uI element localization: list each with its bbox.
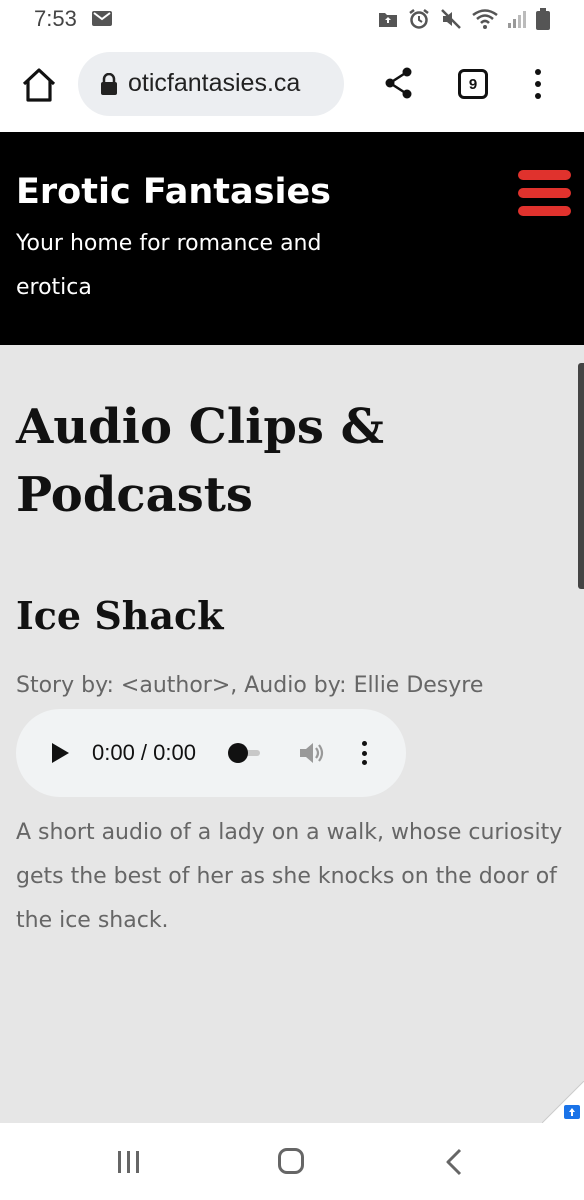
site-title[interactable]: Erotic Fantasies	[16, 172, 331, 212]
audio-time: 0:00 / 0:00	[92, 740, 196, 765]
mail-icon	[92, 11, 112, 26]
site-header: Erotic Fantasies Your home for romance a…	[0, 132, 584, 345]
mute-icon	[441, 9, 461, 29]
volume-icon[interactable]	[298, 739, 326, 767]
url-bar[interactable]: oticfantasies.ca	[78, 52, 344, 116]
page-title: Audio Clips & Podcasts	[16, 399, 384, 523]
status-time: 7:53	[34, 6, 77, 31]
item-description: A short audio of a lady on a walk, whose…	[16, 820, 563, 933]
scroll-indicator[interactable]	[578, 363, 584, 589]
home-icon[interactable]	[20, 66, 58, 104]
audio-more-icon[interactable]	[358, 739, 370, 767]
tab-count: 9	[468, 75, 478, 93]
nav-home-icon[interactable]	[278, 1148, 304, 1174]
back-icon[interactable]	[444, 1148, 464, 1176]
share-icon[interactable]	[384, 66, 414, 100]
url-text[interactable]: oticfantasies.ca	[128, 69, 300, 98]
status-icons	[378, 8, 550, 30]
signal-icon	[508, 11, 526, 28]
tabs-button[interactable]: 9	[458, 69, 488, 99]
battery-icon	[536, 8, 550, 30]
lock-icon[interactable]	[100, 73, 118, 95]
seek-thumb[interactable]	[228, 743, 248, 763]
wifi-icon	[472, 9, 498, 29]
corner-badge-icon[interactable]	[542, 1081, 584, 1123]
more-icon[interactable]	[528, 67, 548, 101]
alarm-icon	[409, 9, 429, 29]
site-tagline: Your home for romance and erotica	[16, 231, 322, 300]
vpn-icon	[379, 13, 397, 27]
recents-icon[interactable]	[116, 1149, 142, 1175]
status-bar: 7:53	[0, 0, 584, 40]
main-content: Audio Clips & Podcasts Ice Shack Story b…	[0, 345, 584, 1123]
item-title: Ice Shack	[16, 593, 224, 638]
system-nav-bar	[0, 1123, 584, 1200]
browser-toolbar: oticfantasies.ca 9	[0, 40, 584, 132]
item-credits: Story by: <author>, Audio by: Ellie Desy…	[16, 673, 484, 698]
audio-player: 0:00 / 0:00	[16, 709, 406, 797]
play-icon[interactable]	[50, 742, 70, 764]
hamburger-icon[interactable]	[518, 170, 571, 216]
